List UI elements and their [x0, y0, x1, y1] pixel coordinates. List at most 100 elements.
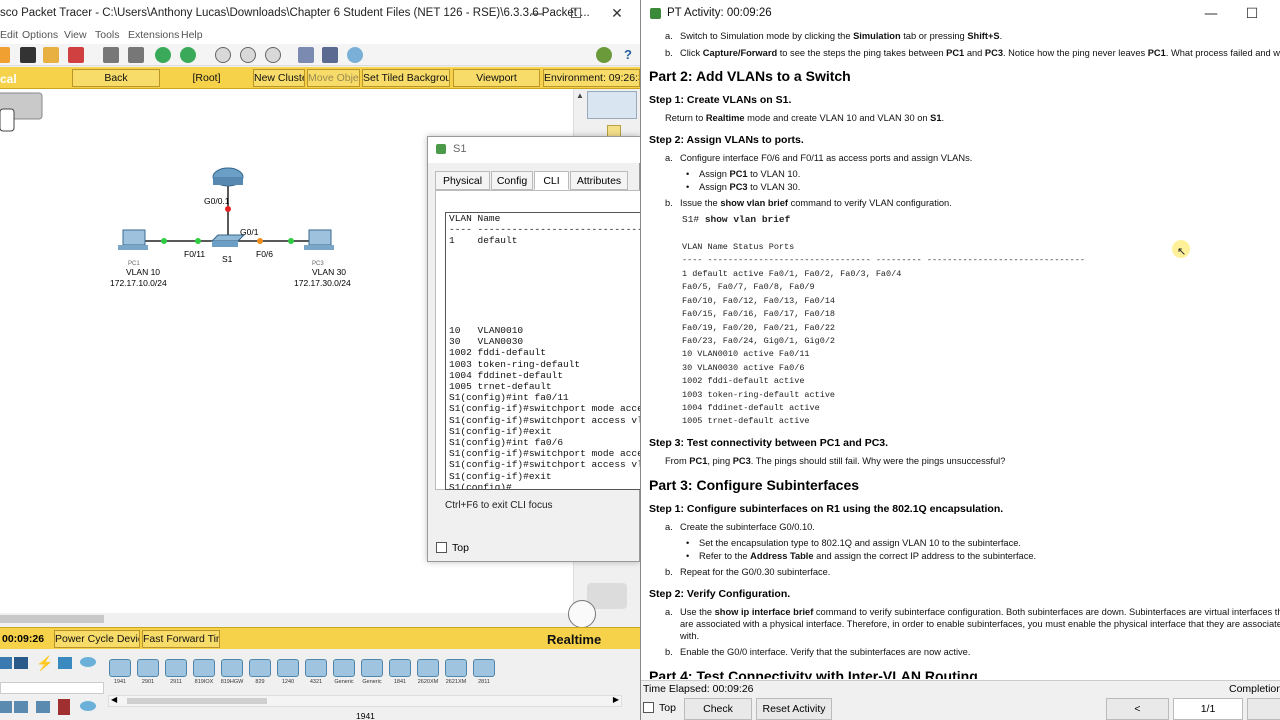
device-819hgw[interactable]: 819HGW: [220, 659, 244, 689]
network-info-icon[interactable]: [347, 47, 363, 63]
device-819iox[interactable]: 819IOX: [192, 659, 216, 689]
back-button[interactable]: Back: [72, 69, 160, 87]
redo-icon[interactable]: [180, 47, 196, 63]
tab-attributes[interactable]: Attributes: [570, 171, 628, 190]
new-cluster-button[interactable]: New Cluster: [253, 69, 305, 87]
scroll-left-icon[interactable]: ◀: [111, 695, 117, 704]
device-2911[interactable]: 2911: [164, 659, 188, 689]
close-icon[interactable]: ✕: [602, 4, 632, 24]
cli-line: S1(config-if)#exit: [449, 470, 552, 482]
info-icon[interactable]: [596, 47, 612, 63]
device-4321[interactable]: 4321: [304, 659, 328, 689]
menu-help[interactable]: Help: [181, 29, 203, 41]
cloud-category-icon[interactable]: [80, 701, 96, 711]
minimize-icon[interactable]: —: [522, 4, 552, 24]
palette-icon[interactable]: [298, 47, 314, 63]
maximize-icon[interactable]: ☐: [561, 4, 591, 24]
next-page-button[interactable]: [1247, 698, 1280, 720]
device-2620xm[interactable]: 2620XM: [416, 659, 440, 689]
top-label: Top: [659, 702, 676, 714]
check-results-button[interactable]: Check Results: [684, 698, 752, 720]
device-label: 1941: [113, 679, 127, 685]
root-breadcrumb[interactable]: [Root]: [163, 69, 250, 87]
cli-line: S1(config)#: [449, 481, 512, 490]
paste-icon[interactable]: [128, 47, 144, 63]
set-tiled-background-button[interactable]: Set Tiled Background: [362, 69, 450, 87]
menu-edit[interactable]: Edit: [0, 29, 18, 41]
workspace-horizontal-scrollbar[interactable]: [0, 613, 586, 625]
s1-top-checkbox[interactable]: Top: [436, 542, 469, 554]
tab-physical[interactable]: Physical: [435, 171, 490, 190]
wan-emulation-category-icon[interactable]: [14, 701, 28, 713]
part3-step1-heading: Step 1: Configure subinterfaces on R1 us…: [649, 503, 1004, 515]
help-icon[interactable]: ?: [620, 47, 636, 63]
power-cycle-devices-button[interactable]: Power Cycle Devices: [54, 630, 140, 648]
menu-tools[interactable]: Tools: [95, 29, 120, 41]
activity-instructions: a. Switch to Simulation mode by clicking…: [649, 28, 1280, 679]
activity-wizard-icon[interactable]: [68, 47, 84, 63]
pc3-icon[interactable]: [308, 229, 332, 246]
tab-cli[interactable]: CLI: [534, 171, 569, 190]
print-icon[interactable]: [43, 47, 59, 63]
scroll-right-icon[interactable]: ▶: [613, 695, 619, 704]
router-icon: [137, 659, 159, 677]
vlan30-network: 172.17.30.0/24: [294, 278, 351, 288]
device-1240[interactable]: 1240: [276, 659, 300, 689]
vlan-table-row: Fa0/10, Fa0/12, Fa0/13, Fa0/14: [682, 295, 836, 306]
end-devices-category-icon[interactable]: [58, 657, 72, 669]
realtime-mode-label[interactable]: Realtime: [547, 632, 601, 647]
previous-page-button[interactable]: <: [1106, 698, 1169, 720]
open-icon[interactable]: [0, 47, 10, 63]
menu-options[interactable]: Options: [22, 29, 58, 41]
vlan-table-row: Fa0/19, Fa0/20, Fa0/21, Fa0/22: [682, 322, 836, 333]
link-light-green: [288, 238, 294, 244]
viewport-button[interactable]: Viewport: [453, 69, 540, 87]
move-object-button[interactable]: Move Object: [307, 69, 360, 87]
minimize-icon[interactable]: —: [1196, 4, 1226, 24]
multiuser-category-icon[interactable]: [58, 699, 70, 715]
device-1841[interactable]: 1841: [388, 659, 412, 689]
custom-device-icon[interactable]: [322, 47, 338, 63]
pc1-icon[interactable]: [122, 229, 146, 246]
cli-line: S1(config-if)#switchport mode access: [449, 403, 645, 415]
device-2621xm[interactable]: 2621XM: [444, 659, 468, 689]
security-category-icon[interactable]: [0, 701, 12, 713]
activity-top-checkbox[interactable]: Top: [643, 702, 676, 714]
category-search-field[interactable]: [0, 682, 104, 694]
undo-icon[interactable]: [155, 47, 171, 63]
scroll-thumb[interactable]: [0, 615, 104, 623]
ios-command-line[interactable]: VLAN Name ---- --------------------------…: [445, 212, 645, 490]
device-1941[interactable]: 1941: [108, 659, 132, 689]
reset-activity-button[interactable]: Reset Activity: [756, 698, 832, 720]
scroll-thumb[interactable]: [127, 698, 267, 704]
device-generic-2[interactable]: Generic: [360, 659, 384, 689]
save-icon[interactable]: [20, 47, 36, 63]
scroll-up-icon[interactable]: ▲: [576, 91, 584, 100]
connections-category-icon[interactable]: ⚡: [36, 655, 53, 672]
copy-icon[interactable]: [103, 47, 119, 63]
select-tool-icon[interactable]: [587, 91, 637, 119]
device-2901[interactable]: 2901: [136, 659, 160, 689]
maximize-icon[interactable]: ☐: [1237, 4, 1267, 24]
wireless-category-icon[interactable]: [80, 657, 96, 667]
link-light-green: [161, 238, 167, 244]
inspect-tool-icon[interactable]: [0, 108, 15, 132]
tab-config[interactable]: Config: [491, 171, 533, 190]
device-list-scrollbar[interactable]: ◀ ▶: [108, 695, 622, 707]
menu-extensions[interactable]: Extensions: [128, 29, 179, 41]
checkbox-box[interactable]: [643, 702, 654, 713]
custom-category-icon[interactable]: [36, 701, 50, 713]
routers-category-icon[interactable]: [0, 657, 12, 669]
cli-line: [446, 303, 644, 314]
menu-view[interactable]: View: [64, 29, 87, 41]
environment-button[interactable]: Environment: 09:26:30: [543, 69, 640, 87]
checkbox-box[interactable]: [436, 542, 447, 553]
device-2811[interactable]: 2811: [472, 659, 496, 689]
fast-forward-time-button[interactable]: Fast Forward Time: [142, 630, 220, 648]
zoom-out-icon[interactable]: [265, 47, 281, 63]
switches-category-icon[interactable]: [14, 657, 28, 669]
device-829[interactable]: 829: [248, 659, 272, 689]
zoom-reset-icon[interactable]: [240, 47, 256, 63]
zoom-in-icon[interactable]: [215, 47, 231, 63]
device-generic-1[interactable]: Generic: [332, 659, 356, 689]
